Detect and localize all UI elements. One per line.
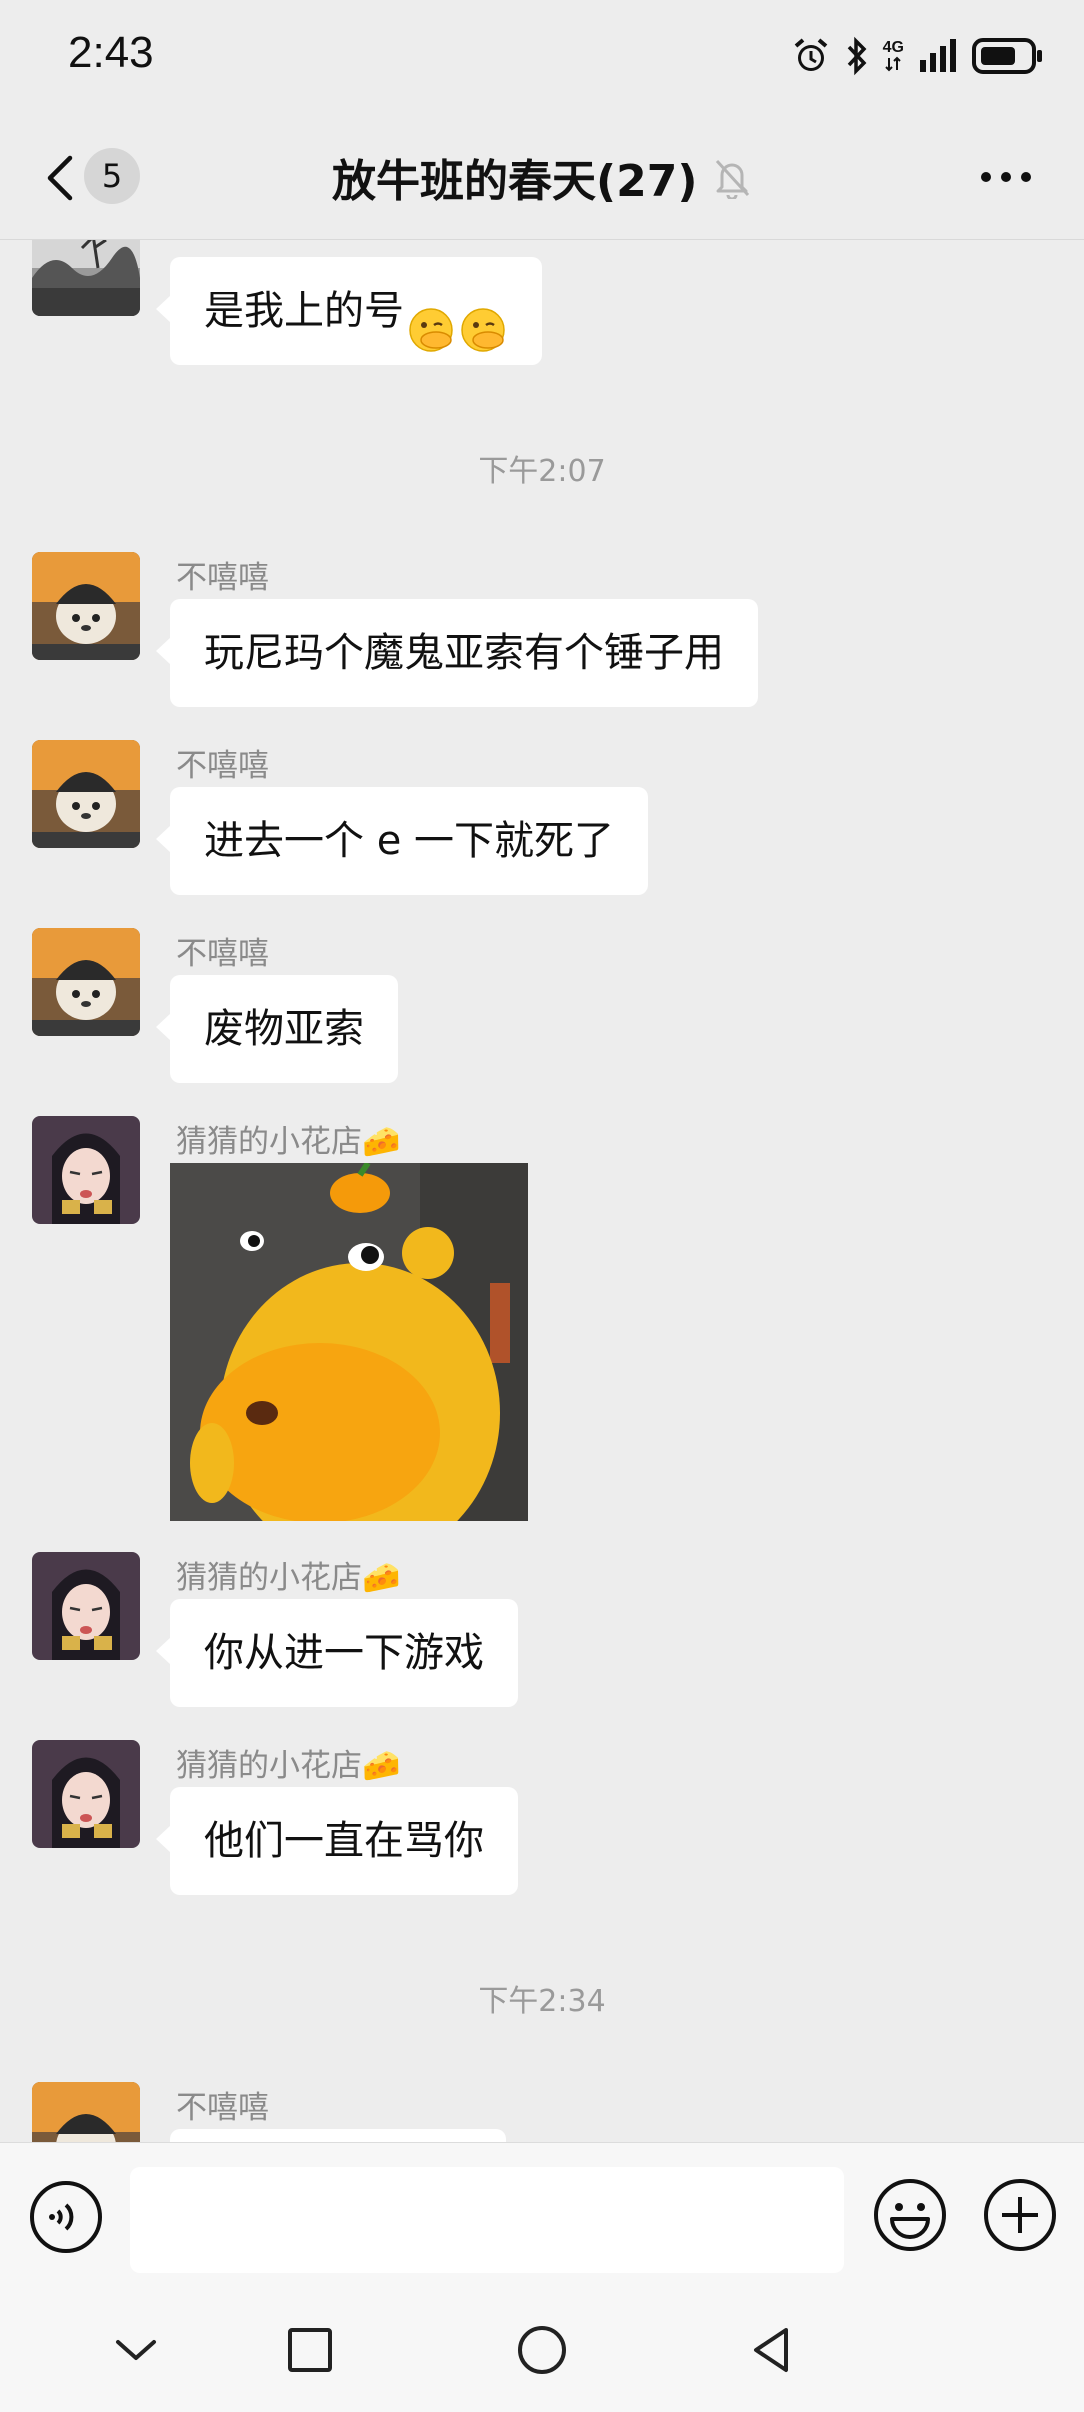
status-time: 2:43 xyxy=(68,28,154,77)
sender-name: 不嘻嘻 xyxy=(176,936,269,972)
sender-name: 猜猜的小花店🧀 xyxy=(176,1124,401,1160)
chat-title: 放牛班的春天(27) xyxy=(332,156,698,207)
home-circle-icon[interactable] xyxy=(512,2320,572,2380)
mute-icon xyxy=(715,159,750,199)
avatar[interactable] xyxy=(32,552,140,660)
message-list[interactable]: 是我上的号 下午2:07 不嘻嘻 玩尼玛个魔鬼亚索有个锤子用 不嘻嘻 进去一个 … xyxy=(0,240,1084,2142)
message-bubble[interactable] xyxy=(170,2129,506,2142)
message-bubble[interactable]: 玩尼玛个魔鬼亚索有个锤子用 xyxy=(156,599,758,707)
signal-icon xyxy=(918,38,958,74)
message-bubble[interactable]: 是我上的号 xyxy=(156,257,542,365)
sender-name: 不嘻嘻 xyxy=(176,748,269,784)
message-bubble[interactable]: 他们一直在骂你 xyxy=(156,1787,518,1895)
sender-name: 不嘻嘻 xyxy=(176,2090,269,2126)
message-bubble[interactable]: 废物亚索 xyxy=(156,975,398,1083)
avatar[interactable] xyxy=(32,1740,140,1848)
unread-count-badge[interactable]: 5 xyxy=(84,148,140,204)
system-nav-bar xyxy=(0,2290,1084,2412)
sticker-image[interactable] xyxy=(170,1163,528,1521)
timestamp: 下午2:07 xyxy=(478,454,606,489)
avatar[interactable] xyxy=(32,1116,140,1224)
more-icon[interactable] xyxy=(978,157,1034,197)
timestamp: 下午2:34 xyxy=(478,1984,606,2019)
avatar[interactable] xyxy=(32,2082,140,2142)
network-type: 4G xyxy=(883,40,904,72)
face-with-hand-over-mouth-icon xyxy=(406,288,456,352)
sender-name: 不嘻嘻 xyxy=(176,560,269,596)
square-icon[interactable] xyxy=(280,2320,340,2380)
avatar[interactable] xyxy=(32,740,140,848)
message-text: 是我上的号 xyxy=(204,288,404,334)
avatar[interactable] xyxy=(32,240,140,316)
message-bubble[interactable]: 进去一个 e 一下就死了 xyxy=(155,787,649,895)
alarm-icon xyxy=(791,36,831,76)
back-icon[interactable] xyxy=(40,150,80,206)
status-bar: 2:43 4G xyxy=(0,0,1084,115)
input-bar xyxy=(0,2142,1084,2290)
battery-icon xyxy=(972,36,1044,76)
plus-icon[interactable] xyxy=(982,2177,1058,2253)
message-input[interactable] xyxy=(130,2167,844,2273)
status-icons: 4G xyxy=(791,32,1044,80)
voice-icon[interactable] xyxy=(28,2179,104,2255)
sender-name: 猜猜的小花店🧀 xyxy=(176,1748,401,1784)
emoji-icon[interactable] xyxy=(872,2177,948,2253)
avatar[interactable] xyxy=(32,1552,140,1660)
message-bubble[interactable]: 你从进一下游戏 xyxy=(156,1599,518,1707)
bluetooth-icon xyxy=(845,36,869,76)
chevron-down-icon[interactable] xyxy=(106,2320,166,2380)
avatar[interactable] xyxy=(32,928,140,1036)
sender-name: 猜猜的小花店🧀 xyxy=(176,1560,401,1596)
chat-header: 5 放牛班的春天(27) xyxy=(0,115,1084,240)
back-triangle-icon[interactable] xyxy=(742,2320,802,2380)
face-with-hand-over-mouth-icon xyxy=(458,288,508,352)
